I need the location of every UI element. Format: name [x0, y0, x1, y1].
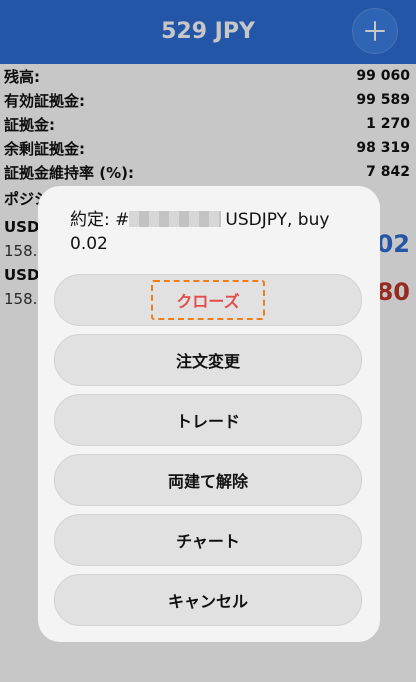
button-label: キャンセル: [167, 592, 248, 611]
position-action-dialog: 約定: # USDJPY, buy 0.02 クローズ 注文変更 トレード 両建て…: [38, 186, 380, 642]
close-by-button[interactable]: 両建て解除: [54, 454, 362, 506]
message-volume: 0.02: [70, 234, 108, 254]
message-prefix: 約定: #: [70, 210, 130, 230]
message-suffix: USDJPY, buy: [225, 210, 330, 230]
app-root: 529 JPY 残高: 99 060 有効証拠金: 99 589 証拠金: 1 …: [0, 0, 416, 682]
chart-button[interactable]: チャート: [54, 514, 362, 566]
button-label: トレード: [175, 412, 240, 431]
modify-order-button[interactable]: 注文変更: [54, 334, 362, 386]
button-label: 両建て解除: [167, 472, 248, 491]
close-position-button[interactable]: クローズ: [54, 274, 362, 326]
button-label: チャート: [176, 532, 240, 551]
trade-button[interactable]: トレード: [54, 394, 362, 446]
cancel-button[interactable]: キャンセル: [54, 574, 362, 626]
button-label: 注文変更: [175, 352, 240, 371]
redacted-order-number: [129, 211, 222, 227]
dialog-message: 約定: # USDJPY, buy 0.02: [70, 208, 360, 256]
focus-highlight: [151, 280, 265, 320]
